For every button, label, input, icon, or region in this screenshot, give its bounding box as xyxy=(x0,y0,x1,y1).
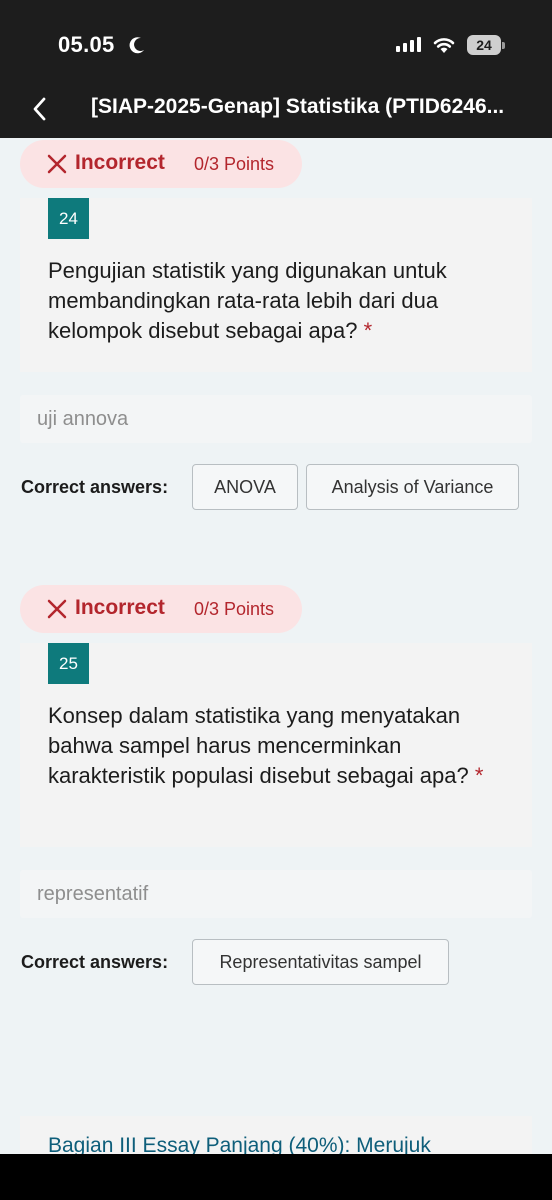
section-card: Bagian III Essay Panjang (40%): Merujuk xyxy=(20,1116,532,1154)
question-number: 24 xyxy=(48,198,89,239)
status-time: 05.05 xyxy=(58,32,115,57)
correct-answer-chip: Representativitas sampel xyxy=(192,939,449,985)
question-text-body: Konsep dalam statistika yang menyatakan … xyxy=(48,703,469,788)
result-badge: Incorrect 0/3 Points xyxy=(20,140,302,188)
question-number: 25 xyxy=(48,643,89,684)
question-text: Pengujian statistik yang digunakan untuk… xyxy=(48,256,518,346)
correct-answers-row: Correct answers: Representativitas sampe… xyxy=(21,939,451,985)
correct-answer-chip: Analysis of Variance xyxy=(306,464,519,510)
result-label: Incorrect xyxy=(75,151,165,174)
correct-answers-row: Correct answers: ANOVA Analysis of Varia… xyxy=(21,464,532,510)
close-icon xyxy=(47,599,67,619)
question-text: Konsep dalam statistika yang menyatakan … xyxy=(48,701,518,791)
back-icon[interactable] xyxy=(26,92,54,126)
page-title: [SIAP-2025-Genap] Statistika (PTID6246..… xyxy=(91,95,505,118)
close-icon xyxy=(47,154,67,174)
wifi-icon xyxy=(433,38,455,53)
answer-field[interactable]: representatif xyxy=(20,870,532,918)
correct-answer-chip: ANOVA xyxy=(192,464,298,510)
signal-icon xyxy=(396,37,421,52)
question-card: 25 Konsep dalam statistika yang menyatak… xyxy=(20,643,532,847)
question-text-body: Pengujian statistik yang digunakan untuk… xyxy=(48,258,447,343)
status-bar: 05.05 24 xyxy=(0,0,552,80)
correct-answers-label: Correct answers: xyxy=(21,477,169,497)
points-label: 0/3 Points xyxy=(194,154,275,174)
result-badge: Incorrect 0/3 Points xyxy=(20,585,302,633)
moon-icon xyxy=(129,37,144,54)
section-title: Bagian III Essay Panjang (40%): Merujuk xyxy=(48,1134,431,1154)
nav-bar: [SIAP-2025-Genap] Statistika (PTID6246..… xyxy=(0,80,552,138)
points-label: 0/3 Points xyxy=(194,599,275,619)
bottom-bar xyxy=(0,1154,552,1200)
correct-answers-label: Correct answers: xyxy=(21,952,169,972)
battery-tip xyxy=(502,42,505,49)
quiz-results: Incorrect 0/3 Points 24 Pengujian statis… xyxy=(0,138,552,1154)
required-marker: * xyxy=(474,763,484,788)
answer-field[interactable]: uji annova xyxy=(20,395,532,443)
question-card: 24 Pengujian statistik yang digunakan un… xyxy=(20,198,532,372)
result-label: Incorrect xyxy=(75,596,165,619)
required-marker: * xyxy=(363,318,373,343)
battery-indicator: 24 xyxy=(467,35,501,55)
